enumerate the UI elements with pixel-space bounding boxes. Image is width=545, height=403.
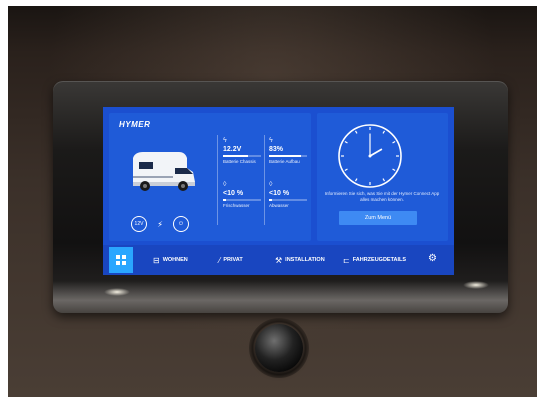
stat-value: <10 % <box>223 190 244 197</box>
clock-tick <box>382 178 386 182</box>
drop-icon: ◊ <box>223 181 227 188</box>
home-tab[interactable] <box>109 247 133 273</box>
nav-label: INSTALLATION <box>285 257 325 263</box>
nav-wohnen[interactable]: ⊟ WOHNEN <box>153 245 188 275</box>
stat-label: Batterie Aufbau <box>269 159 300 164</box>
level-bar <box>223 155 261 157</box>
clock-tick <box>354 130 358 134</box>
lightning-icon: ϟ <box>269 137 273 144</box>
clock-tick <box>344 140 348 144</box>
clock-tick <box>392 168 396 172</box>
divider <box>217 135 218 225</box>
stat-waste-water[interactable]: ◊ <10 % Abwasser <box>269 181 313 211</box>
bezel-reflection <box>53 281 508 313</box>
level-bar <box>269 199 307 201</box>
photo: HYMER 12V ⚡︎ ⏻ ϟ 12.2V Batterie Chassis … <box>8 6 537 397</box>
leaf-icon: ⁄ <box>219 255 221 265</box>
stat-label: Batterie Chassis <box>223 159 256 164</box>
brand-logo: HYMER <box>119 120 151 129</box>
grid-icon <box>116 255 126 265</box>
nav-label: PRIVAT <box>223 257 243 263</box>
bed-icon: ⊟ <box>153 255 160 265</box>
power-status-icons: 12V ⚡︎ ⏻ <box>131 216 189 232</box>
stat-fresh-water[interactable]: ◊ <10 % Frischwasser <box>223 181 267 211</box>
clock-tick <box>344 168 348 172</box>
hour-hand <box>369 148 383 157</box>
12v-icon: 12V <box>131 216 147 232</box>
tools-icon: ⚒︎ <box>275 255 283 265</box>
light-reflection-right <box>463 281 489 289</box>
drop-icon: ◊ <box>269 181 273 188</box>
lightning-icon: ϟ <box>223 137 227 144</box>
nav-label: WOHNEN <box>162 257 188 263</box>
stat-value: <10 % <box>269 190 290 197</box>
clock-panel: Informieren Sie sich, was Sie mit der Hy… <box>317 113 448 241</box>
vehicle-status-panel: HYMER 12V ⚡︎ ⏻ ϟ 12.2V Batterie Chassis … <box>109 113 311 241</box>
nav-installation[interactable]: ⚒︎ INSTALLATION <box>275 245 325 275</box>
stat-value: 83% <box>269 146 284 153</box>
lightning-icon: ⚡︎ <box>157 219 163 229</box>
nav-label: FAHRZEUGDETAILS <box>352 257 407 263</box>
info-text: Informieren Sie sich, was Sie mit der Hy… <box>324 191 440 202</box>
light-reflection-left <box>104 288 130 296</box>
control-knob[interactable] <box>255 324 303 372</box>
analog-clock <box>338 124 402 188</box>
level-bar <box>269 155 307 157</box>
clock-tick <box>354 178 358 182</box>
bottom-nav: ⊟ WOHNEN ⁄ PRIVAT ⚒︎ INSTALLATION ⊏ FAHR… <box>103 245 454 275</box>
menu-button[interactable]: Zum Menü <box>339 211 417 225</box>
plug-icon: ⏻ <box>173 216 189 232</box>
stat-battery-chassis[interactable]: ϟ 12.2V Batterie Chassis <box>223 137 267 167</box>
stat-label: Abwasser <box>269 203 289 208</box>
van-icon: ⊏ <box>343 255 350 265</box>
level-bar <box>223 199 261 201</box>
gear-icon[interactable]: ⚙︎ <box>428 253 437 264</box>
stat-label: Frischwasser <box>223 203 250 208</box>
stat-battery-body[interactable]: ϟ 83% Batterie Aufbau <box>269 137 313 167</box>
clock-tick <box>392 140 396 144</box>
clock-tick <box>382 130 386 134</box>
stat-value: 12.2V <box>223 146 242 153</box>
touchscreen[interactable]: HYMER 12V ⚡︎ ⏻ ϟ 12.2V Batterie Chassis … <box>103 107 454 275</box>
nav-fahrzeugdetails[interactable]: ⊏ FAHRZEUGDETAILS <box>343 245 406 275</box>
camper-van-image <box>133 152 195 191</box>
nav-privat[interactable]: ⁄ PRIVAT <box>219 245 243 275</box>
